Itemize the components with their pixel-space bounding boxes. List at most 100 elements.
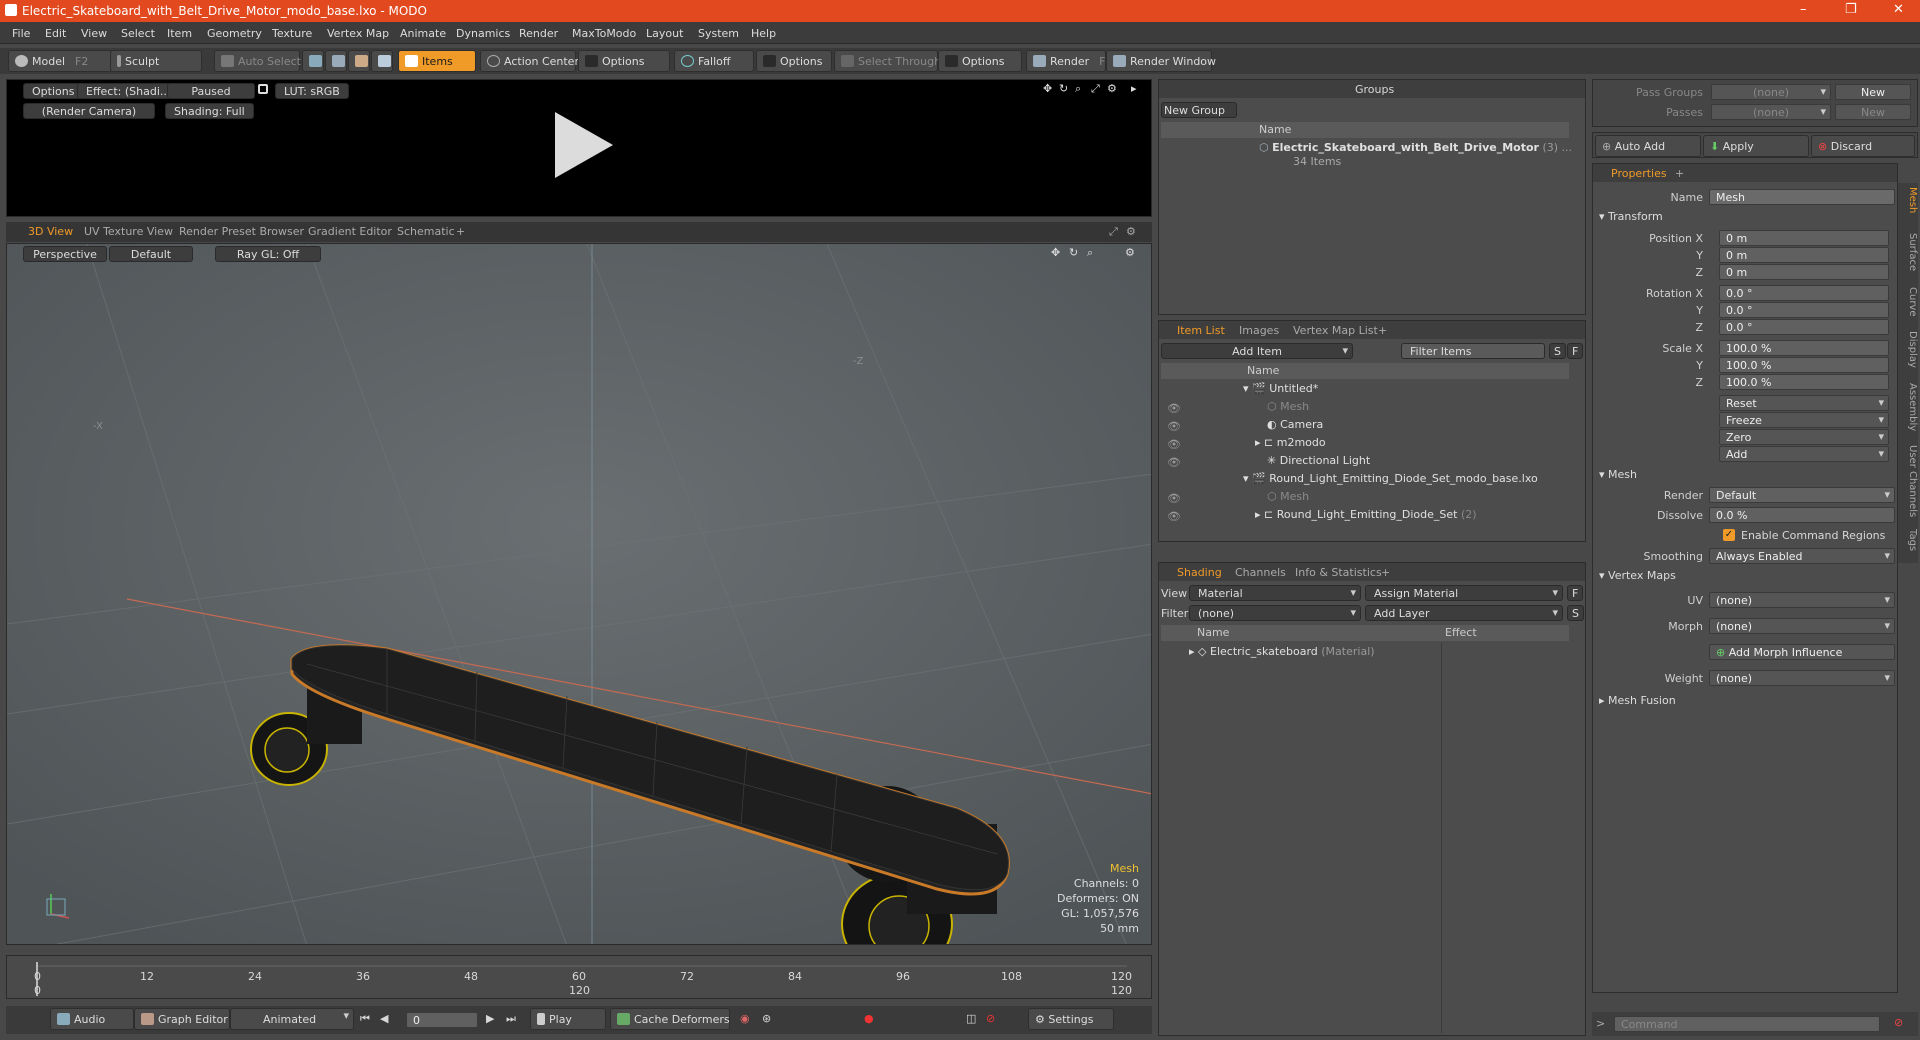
animated-dropdown[interactable]: Animated: [230, 1008, 354, 1030]
tab-channels[interactable]: Channels: [1235, 566, 1286, 579]
scale-x-field[interactable]: 100.0 %: [1719, 340, 1889, 356]
sculpt-mode-button[interactable]: Sculpt: [110, 50, 202, 72]
filter-s-button[interactable]: S: [1549, 343, 1566, 359]
zero-dropdown[interactable]: Zero: [1719, 429, 1889, 445]
falloff-options-button[interactable]: Options: [756, 50, 832, 72]
render-dropdown[interactable]: Default: [1709, 487, 1895, 503]
scale-y-field[interactable]: 100.0 %: [1719, 357, 1889, 373]
render-preview[interactable]: Options Effect: (Shadi... Paused LUT: sR…: [6, 79, 1152, 217]
play-button[interactable]: Play: [530, 1008, 606, 1030]
tab-uv-texture-view[interactable]: UV Texture View: [84, 225, 173, 238]
mesh-section[interactable]: ▾ Mesh: [1599, 468, 1637, 481]
filter-f-button[interactable]: F: [1567, 343, 1584, 359]
menu-texture[interactable]: Texture: [272, 27, 312, 40]
name-field[interactable]: Mesh: [1709, 189, 1895, 205]
viewport-zoom-icon[interactable]: ⌕: [1087, 246, 1093, 260]
tab-info-statistics[interactable]: Info & Statistics: [1295, 566, 1382, 579]
cache-deformers-button[interactable]: Cache Deformers: [610, 1008, 730, 1030]
item-row-led-set[interactable]: ▸ ⊏ Round_Light_Emitting_Diode_Set (2): [1255, 508, 1477, 525]
render-window-button[interactable]: Render Window: [1106, 50, 1216, 72]
record-icon[interactable]: ●: [864, 1012, 874, 1025]
item-row-m2modo[interactable]: ▸ ⊏ m2modo: [1255, 436, 1326, 453]
maximize-button[interactable]: ❐: [1845, 2, 1857, 17]
reset-dropdown[interactable]: Reset: [1719, 395, 1889, 411]
new-pass-button[interactable]: New: [1835, 104, 1911, 120]
3d-viewport[interactable]: Perspective Default Ray GL: Off -X -Z ✥ …: [6, 243, 1152, 945]
viewport-pan-icon[interactable]: ✥: [1051, 246, 1060, 259]
position-z-field[interactable]: 0 m: [1719, 264, 1889, 280]
morph-dropdown[interactable]: (none): [1709, 618, 1895, 634]
audio-button[interactable]: Audio: [50, 1008, 134, 1030]
shading-style-dropdown[interactable]: Default: [109, 246, 193, 262]
item-row-untitled[interactable]: ▾ 🎬 Untitled*: [1243, 382, 1318, 399]
tab-properties[interactable]: Properties: [1611, 167, 1667, 180]
shading-s-button[interactable]: S: [1567, 605, 1584, 621]
shading-dropdown[interactable]: Shading: Full: [165, 103, 254, 119]
menu-render[interactable]: Render: [519, 27, 558, 40]
go-start-icon[interactable]: ⏮: [360, 1012, 370, 1026]
view-dropdown[interactable]: Material: [1189, 585, 1361, 601]
viewport-gear-icon[interactable]: ⚙: [1126, 225, 1136, 238]
raygl-dropdown[interactable]: Ray GL: Off: [215, 246, 321, 262]
key-icon[interactable]: ◉: [740, 1012, 750, 1025]
eye-icons[interactable]: 👁 👁 👁 👁 👁 👁: [1167, 400, 1181, 526]
transform-section[interactable]: ▾ Transform: [1599, 210, 1663, 223]
model-mode-button[interactable]: Model F2: [8, 50, 112, 72]
add-morph-influence-button[interactable]: ⊕ Add Morph Influence: [1709, 644, 1895, 660]
menu-layout[interactable]: Layout: [646, 27, 683, 40]
menu-geometry[interactable]: Geometry: [207, 27, 262, 40]
prev-key-icon[interactable]: ◀: [380, 1012, 388, 1025]
assign-material-dropdown[interactable]: Assign Material: [1365, 585, 1563, 601]
item-row-mesh[interactable]: ⬡ Mesh: [1267, 400, 1309, 417]
tab-shading[interactable]: Shading: [1177, 566, 1222, 579]
discard-button[interactable]: ⊗ Discard: [1811, 135, 1915, 157]
add-panel-tab[interactable]: +: [1378, 324, 1387, 337]
menu-dynamics[interactable]: Dynamics: [456, 27, 510, 40]
side-tab-user-channels[interactable]: User Channels: [1900, 445, 1918, 517]
preview-gear-icon[interactable]: ⚙: [1107, 82, 1117, 95]
select-through-button[interactable]: Select Through: [834, 50, 941, 72]
passes-dropdown[interactable]: (none): [1711, 104, 1831, 120]
position-y-field[interactable]: 0 m: [1719, 247, 1889, 263]
auto-key-icon[interactable]: ⊛: [762, 1012, 771, 1025]
tab-render-preset-browser[interactable]: Render Preset Browser: [179, 225, 304, 238]
new-group-button[interactable]: New Group: [1161, 102, 1237, 118]
weight-dropdown[interactable]: (none): [1709, 670, 1895, 686]
item-row-led-scene[interactable]: ▾ 🎬 Round_Light_Emitting_Diode_Set_modo_…: [1243, 472, 1538, 489]
perspective-dropdown[interactable]: Perspective: [23, 246, 107, 262]
tab-3d-view[interactable]: 3D View: [28, 225, 73, 238]
render-camera-dropdown[interactable]: (Render Camera): [23, 103, 155, 119]
command-input[interactable]: Command: [1614, 1016, 1880, 1032]
paused-button[interactable]: Paused: [167, 83, 255, 99]
minimize-button[interactable]: –: [1800, 2, 1807, 17]
tab-vertex-map-list[interactable]: Vertex Map List: [1293, 324, 1378, 337]
edges-mode-button[interactable]: [325, 50, 347, 72]
add-tab-button[interactable]: +: [456, 225, 465, 238]
vertices-mode-button[interactable]: [302, 50, 324, 72]
settings-button[interactable]: ⚙ Settings: [1028, 1008, 1114, 1030]
viewport-settings-icon[interactable]: ⚙: [1125, 246, 1135, 259]
side-tab-assembly[interactable]: Assembly: [1900, 383, 1918, 431]
enable-command-regions-checkbox[interactable]: ✓: [1723, 529, 1735, 541]
rotation-z-field[interactable]: 0.0 °: [1719, 319, 1889, 335]
polygons-mode-button[interactable]: [348, 50, 370, 72]
viewport-scene[interactable]: [7, 244, 1152, 945]
menu-animate[interactable]: Animate: [400, 27, 446, 40]
filter-items-input[interactable]: Filter Items: [1401, 343, 1545, 359]
tab-item-list[interactable]: Item List: [1177, 324, 1225, 337]
timeline[interactable]: 0 12 24 36 48 60 72 84 96 108 120 0 120 …: [6, 955, 1152, 999]
item-row-directional-light[interactable]: ✳ Directional Light: [1267, 454, 1370, 471]
viewport-rotate-icon[interactable]: ↻: [1069, 246, 1078, 259]
preview-options-button[interactable]: Options: [23, 83, 84, 99]
vertex-maps-section[interactable]: ▾ Vertex Maps: [1599, 569, 1676, 582]
menu-item[interactable]: Item: [167, 27, 192, 40]
lut-dropdown[interactable]: LUT: sRGB: [275, 83, 349, 99]
side-tab-mesh[interactable]: Mesh: [1900, 187, 1918, 213]
shading-f-button[interactable]: F: [1567, 585, 1584, 601]
viewport-maximize-icon[interactable]: ⤢: [1109, 225, 1118, 239]
menu-maxtomodo[interactable]: MaxToModo: [572, 27, 636, 40]
add-properties-tab[interactable]: +: [1675, 167, 1684, 180]
menu-select[interactable]: Select: [121, 27, 155, 40]
filter-dropdown[interactable]: (none): [1189, 605, 1361, 621]
preview-zoom-icon[interactable]: ⌕: [1075, 82, 1081, 96]
